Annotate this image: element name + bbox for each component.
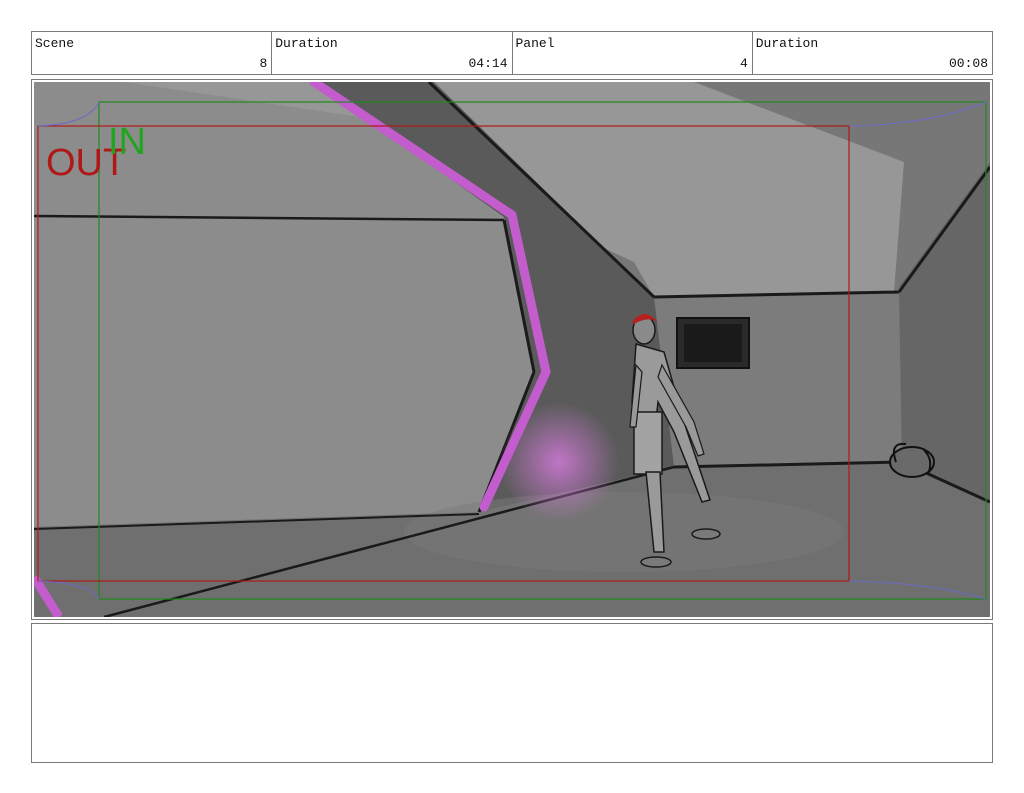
panel-header: Scene 8 Duration 04:14 Panel 4 Duration … bbox=[31, 31, 993, 75]
panel-duration-cell: Duration 00:08 bbox=[751, 32, 992, 74]
wall-monitor-screen bbox=[684, 324, 742, 362]
panel-duration-value[interactable]: 00:08 bbox=[949, 56, 988, 71]
scene-cell: Scene 8 bbox=[32, 32, 271, 74]
scene-label: Scene bbox=[35, 36, 75, 51]
scene-duration-value[interactable]: 04:14 bbox=[468, 56, 507, 71]
panel-duration-label: Duration bbox=[755, 36, 819, 51]
panel-notes[interactable] bbox=[31, 623, 993, 763]
panel-cell: Panel 4 bbox=[511, 32, 752, 74]
scene-duration-label: Duration bbox=[275, 36, 338, 51]
glow-effect bbox=[499, 402, 619, 522]
storyboard-frame[interactable]: OUT IN bbox=[31, 79, 993, 620]
scene-value[interactable]: 8 bbox=[259, 56, 267, 71]
scene-duration-cell: Duration 04:14 bbox=[271, 32, 511, 74]
in-label: IN bbox=[108, 121, 146, 163]
panel-value[interactable]: 4 bbox=[740, 56, 748, 71]
floor-reflection bbox=[404, 492, 844, 572]
panel-label: Panel bbox=[515, 36, 555, 51]
storyboard-drawing: OUT IN bbox=[34, 82, 990, 617]
